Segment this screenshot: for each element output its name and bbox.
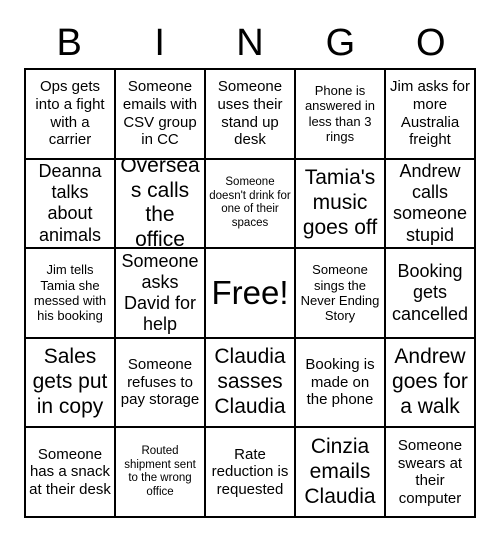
bingo-card: B I N G O Ops gets into a fight with a c… xyxy=(0,0,500,544)
bingo-cell[interactable]: Cinzia emails Claudia xyxy=(296,428,386,518)
bingo-cell-label: Phone is answered in less than 3 rings xyxy=(304,83,376,145)
bingo-cell[interactable]: Claudia sasses Claudia xyxy=(206,338,296,429)
bingo-cell-label: Routed shipment sent to the wrong office xyxy=(124,445,196,498)
bingo-cell-label: Tamia's music goes off xyxy=(302,166,378,239)
bingo-cell[interactable]: Deanna talks about animals xyxy=(26,159,116,250)
bingo-cell-label: Jim tells Tamia she messed with his book… xyxy=(33,262,107,324)
bingo-cell-label: Cinzia emails Claudia xyxy=(304,435,376,508)
bingo-cell[interactable]: Routed shipment sent to the wrong office xyxy=(116,428,206,518)
bingo-cell-label: Ops gets into a fight with a carrier xyxy=(35,78,105,149)
bingo-cell-free[interactable]: Free! xyxy=(206,249,296,339)
bingo-cell-label: Andrew calls someone stupid xyxy=(392,160,468,245)
bingo-cell-label: Sales gets put in copy xyxy=(32,345,108,418)
bingo-cell-label: Deanna talks about animals xyxy=(38,160,102,245)
header-letter-b: B xyxy=(56,22,82,64)
bingo-cell[interactable]: Someone asks David for help xyxy=(116,249,206,339)
bingo-cell[interactable]: Someone refuses to pay storage xyxy=(116,338,206,429)
bingo-cell[interactable]: Andrew calls someone stupid xyxy=(386,159,476,250)
bingo-cell[interactable]: Rate reduction is requested xyxy=(206,428,296,518)
header-letter-o: O xyxy=(416,22,446,64)
bingo-cell[interactable]: Someone emails with CSV group in CC xyxy=(116,70,206,160)
bingo-cell[interactable]: Tamia's music goes off xyxy=(296,159,386,250)
bingo-cell-label: Someone uses their stand up desk xyxy=(217,78,283,149)
bingo-cell[interactable]: Someone uses their stand up desk xyxy=(206,70,296,160)
bingo-cell-label: Jim asks for more Australia freight xyxy=(389,78,470,149)
bingo-cell[interactable]: Booking is made on the phone xyxy=(296,338,386,429)
bingo-cell-label: Claudia sasses Claudia xyxy=(214,345,286,418)
header-letter-n: N xyxy=(236,22,264,64)
header-letter-i: I xyxy=(154,22,165,64)
bingo-cell[interactable]: Booking gets cancelled xyxy=(386,249,476,339)
bingo-cell[interactable]: Jim tells Tamia she messed with his book… xyxy=(26,249,116,339)
bingo-cell-label: Someone emails with CSV group in CC xyxy=(122,78,198,149)
bingo-cell-label: Someone asks David for help xyxy=(121,250,199,335)
bingo-cell-label: Someone has a snack at their desk xyxy=(29,445,111,499)
bingo-cell-label: Andrew goes for a walk xyxy=(392,345,468,418)
bingo-header: B I N G O xyxy=(24,18,476,68)
bingo-cell-label: Overseas calls the office xyxy=(120,159,200,250)
bingo-cell[interactable]: Someone swears at their computer xyxy=(386,428,476,518)
bingo-cell[interactable]: Someone doesn't drink for one of their s… xyxy=(206,159,296,250)
bingo-cell-label: Someone sings the Never Ending Story xyxy=(300,262,380,324)
bingo-cell-label: Someone swears at their computer xyxy=(397,436,463,507)
bingo-cell-label: Someone doesn't drink for one of their s… xyxy=(209,176,291,229)
header-letter-g: G xyxy=(325,22,356,64)
bingo-cell-label: Booking is made on the phone xyxy=(305,356,375,409)
bingo-cell[interactable]: Sales gets put in copy xyxy=(26,338,116,429)
bingo-cell[interactable]: Overseas calls the office xyxy=(116,159,206,250)
bingo-grid: Ops gets into a fight with a carrier Some… xyxy=(24,68,476,518)
bingo-cell-label: Rate reduction is requested xyxy=(211,445,289,499)
bingo-cell[interactable]: Jim asks for more Australia freight xyxy=(386,70,476,160)
bingo-cell[interactable]: Someone has a snack at their desk xyxy=(26,428,116,518)
bingo-cell[interactable]: Someone sings the Never Ending Story xyxy=(296,249,386,339)
bingo-cell[interactable]: Andrew goes for a walk xyxy=(386,338,476,429)
bingo-cell-label: Free! xyxy=(211,273,289,311)
bingo-cell-label: Booking gets cancelled xyxy=(391,261,469,324)
bingo-cell[interactable]: Phone is answered in less than 3 rings xyxy=(296,70,386,160)
bingo-cell[interactable]: Ops gets into a fight with a carrier xyxy=(26,70,116,160)
bingo-cell-label: Someone refuses to pay storage xyxy=(120,356,200,409)
